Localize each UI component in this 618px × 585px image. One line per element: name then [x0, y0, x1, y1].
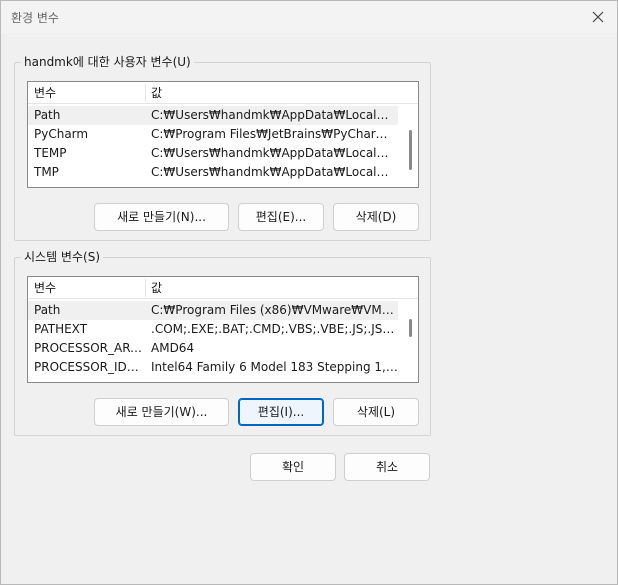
var-name: PyCharm — [34, 127, 89, 141]
system-edit-button[interactable]: 편집(I)... — [238, 398, 324, 426]
var-name: PROCESSOR_IDEN... — [34, 360, 145, 374]
user-var-row-pycharm[interactable]: PyCharm C:₩Program Files₩JetBrains₩PyCha… — [28, 125, 398, 144]
column-header-variable[interactable]: 변수 — [28, 82, 145, 104]
scroll-thumb[interactable] — [409, 319, 412, 337]
user-variables-group: handmk에 대한 사용자 변수(U) 변수 값 Path C:₩Users₩… — [14, 54, 431, 241]
system-variables-header: 변수 값 — [28, 277, 418, 299]
user-edit-button[interactable]: 편집(E)... — [238, 203, 324, 231]
var-name: Path — [34, 303, 61, 317]
user-var-row-temp[interactable]: TEMP C:₩Users₩handmk₩AppData₩Local₩Temp — [28, 144, 398, 163]
dialog-title: 환경 변수 — [11, 11, 59, 25]
system-delete-button[interactable]: 삭제(L) — [333, 398, 419, 426]
environment-variables-dialog: 환경 변수 handmk에 대한 사용자 변수(U) 변수 값 Path C:₩… — [0, 0, 618, 585]
user-variables-scrollbar[interactable] — [405, 104, 415, 187]
var-value: C:₩Program Files (x86)₩VMware₩VMware... — [151, 303, 398, 317]
system-var-row-pathext[interactable]: PATHEXT .COM;.EXE;.BAT;.CMD;.VBS;.VBE;.J… — [28, 320, 398, 339]
system-variables-group: 시스템 변수(S) 변수 값 Path C:₩Program Files (x8… — [14, 249, 431, 436]
column-header-value[interactable]: 값 — [145, 277, 415, 299]
user-variables-legend: handmk에 대한 사용자 변수(U) — [21, 54, 194, 70]
system-variables-scrollbar[interactable] — [405, 299, 415, 382]
var-name: Path — [34, 108, 61, 122]
var-value: C:₩Users₩handmk₩AppData₩Local₩Temp — [151, 165, 398, 179]
user-new-button[interactable]: 새로 만들기(N)... — [94, 203, 229, 231]
ok-button[interactable]: 확인 — [250, 453, 336, 481]
column-header-variable[interactable]: 변수 — [28, 277, 145, 299]
title-bar: 환경 변수 — [1, 1, 617, 33]
user-delete-button[interactable]: 삭제(D) — [333, 203, 419, 231]
system-var-row-processor-identifier[interactable]: PROCESSOR_IDEN... Intel64 Family 6 Model… — [28, 358, 398, 377]
var-value: Intel64 Family 6 Model 183 Stepping 1, G… — [151, 360, 398, 374]
column-header-value[interactable]: 값 — [145, 82, 415, 104]
system-variables-list[interactable]: 변수 값 Path C:₩Program Files (x86)₩VMware₩… — [27, 276, 419, 383]
var-value: C:₩Program Files₩JetBrains₩PyCharm 202..… — [151, 127, 398, 141]
cancel-button[interactable]: 취소 — [344, 453, 430, 481]
user-var-row-tmp[interactable]: TMP C:₩Users₩handmk₩AppData₩Local₩Temp — [28, 163, 398, 182]
var-name: PATHEXT — [34, 322, 88, 336]
user-variables-header: 변수 값 — [28, 82, 418, 104]
var-name: PROCESSOR_ARC... — [34, 341, 145, 355]
system-variables-legend: 시스템 변수(S) — [21, 249, 103, 265]
close-icon — [592, 11, 604, 23]
var-value: .COM;.EXE;.BAT;.CMD;.VBS;.VBE;.JS;.JSE;.… — [151, 322, 398, 336]
system-new-button[interactable]: 새로 만들기(W)... — [94, 398, 229, 426]
system-var-row-processor-arch[interactable]: PROCESSOR_ARC... AMD64 — [28, 339, 398, 358]
var-name: TEMP — [34, 146, 67, 160]
scroll-thumb[interactable] — [409, 130, 412, 170]
system-var-row-path[interactable]: Path C:₩Program Files (x86)₩VMware₩VMwar… — [28, 301, 398, 320]
close-button[interactable] — [583, 3, 613, 31]
var-value: C:₩Users₩handmk₩AppData₩Local₩Temp — [151, 146, 398, 160]
var-value: C:₩Users₩handmk₩AppData₩Local₩Micro... — [151, 108, 398, 122]
var-value: AMD64 — [151, 341, 195, 355]
user-var-row-path[interactable]: Path C:₩Users₩handmk₩AppData₩Local₩Micro… — [28, 106, 398, 125]
var-name: TMP — [34, 165, 59, 179]
user-variables-list[interactable]: 변수 값 Path C:₩Users₩handmk₩AppData₩Local₩… — [27, 81, 419, 188]
